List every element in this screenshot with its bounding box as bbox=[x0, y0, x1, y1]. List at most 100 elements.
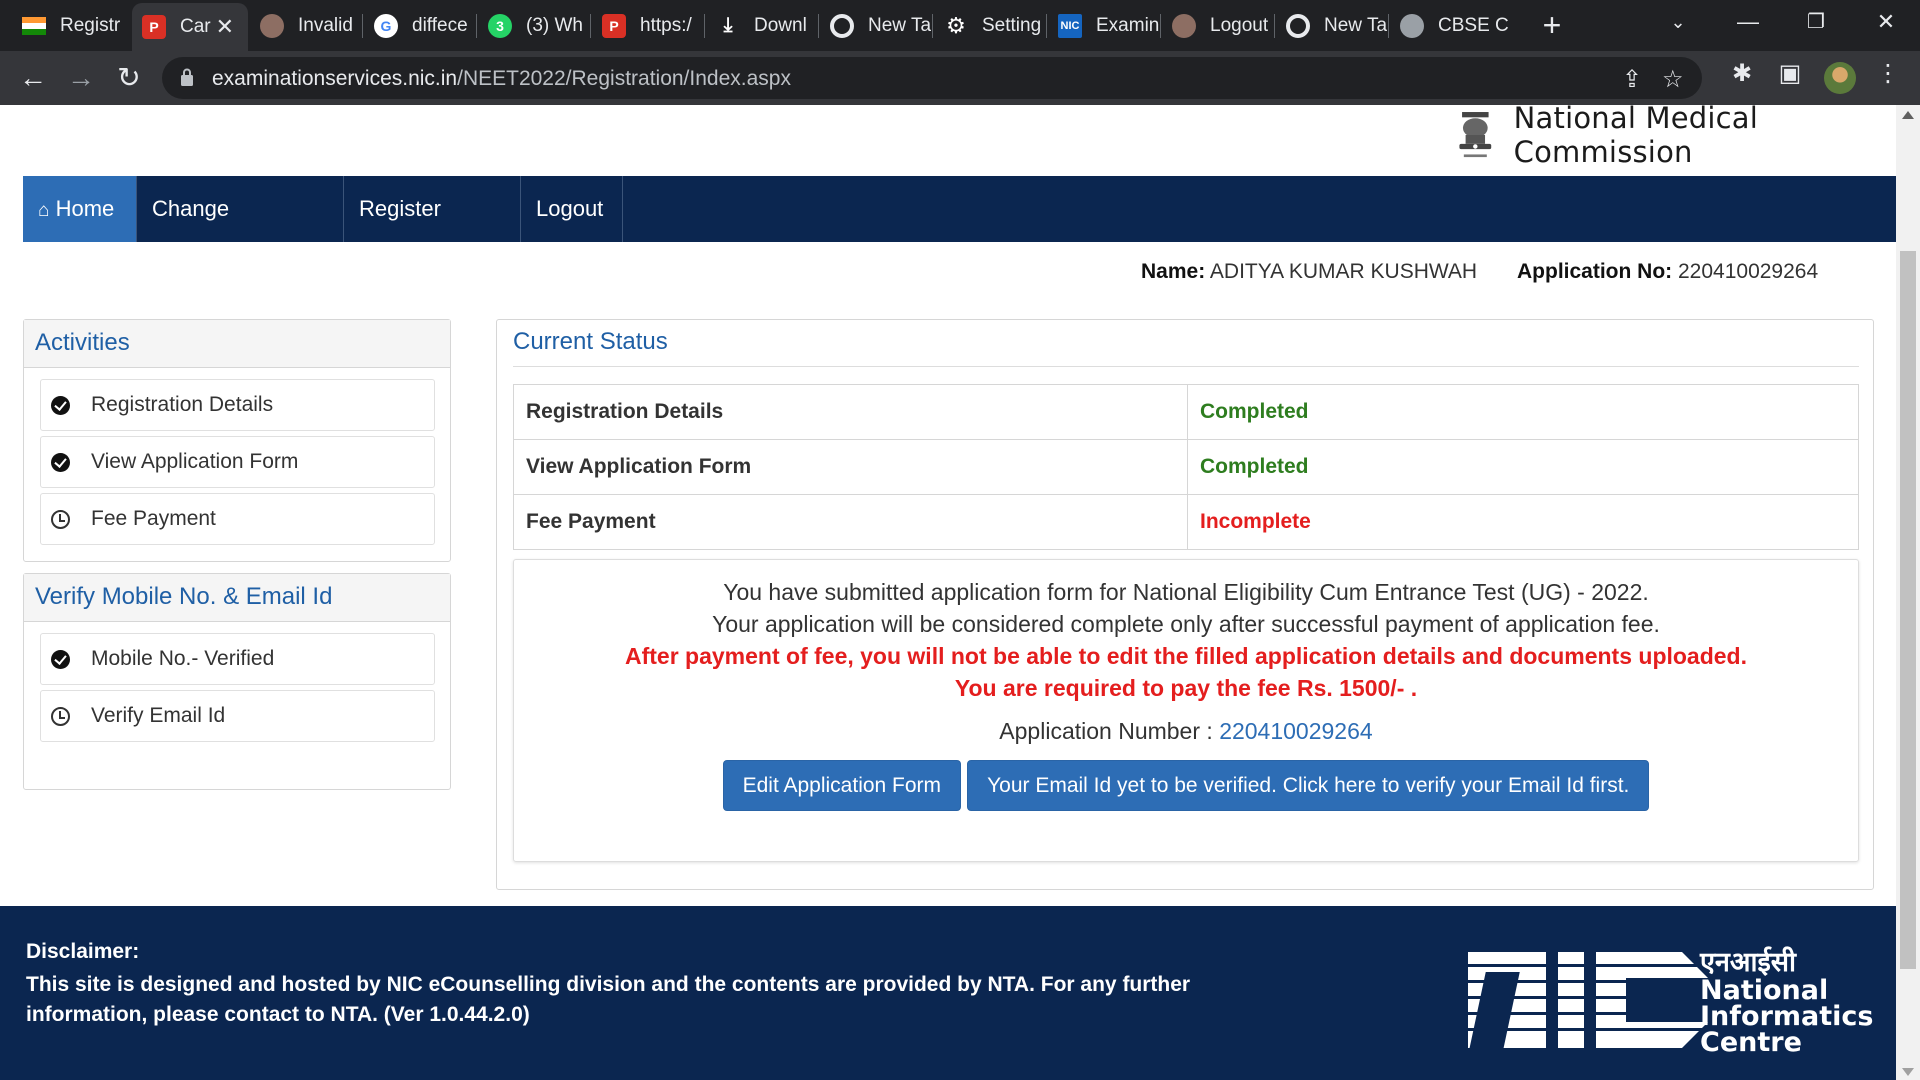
table-row: View Application Form Completed bbox=[513, 439, 1859, 495]
browser-tab[interactable]: Registr bbox=[0, 0, 140, 51]
notice-warning: After payment of fee, you will not be ab… bbox=[624, 643, 1747, 669]
pdf-icon: P bbox=[602, 13, 626, 38]
clock-icon bbox=[51, 707, 70, 726]
nav-home[interactable]: ⌂ Home bbox=[23, 176, 137, 242]
chrome-icon bbox=[1286, 13, 1310, 38]
tab-separator bbox=[362, 14, 363, 38]
status-table: Registration Details Completed View Appl… bbox=[513, 384, 1859, 550]
verify-title: Verify Mobile No. & Email Id bbox=[24, 574, 450, 622]
download-icon: ⤓ bbox=[723, 14, 733, 36]
browser-tab[interactable]: New Ta bbox=[820, 0, 932, 51]
browser-tab[interactable]: New Ta bbox=[1276, 0, 1388, 51]
site-brand: National Medical Commission bbox=[1455, 105, 1896, 169]
chrome-icon bbox=[830, 13, 854, 38]
new-tab-icon[interactable]: + bbox=[1534, 8, 1570, 44]
activity-view-application-form[interactable]: View Application Form bbox=[40, 436, 435, 488]
user-application-no: Application No: 220410029264 bbox=[1517, 260, 1819, 283]
status-value: Completed bbox=[1187, 439, 1859, 495]
user-name: Name: ADITYA KUMAR KUSHWAH bbox=[1141, 260, 1478, 283]
share-icon[interactable]: ⇪ bbox=[1622, 65, 1642, 94]
browser-tab[interactable]: NIC Examin bbox=[1048, 0, 1160, 51]
activities-title: Activities bbox=[24, 320, 450, 368]
verify-email-button[interactable]: Your Email Id yet to be verified. Click … bbox=[967, 760, 1650, 811]
gear-icon: ⚙ bbox=[946, 12, 966, 38]
activity-fee-payment[interactable]: Fee Payment bbox=[40, 493, 435, 545]
forward-icon[interactable]: → bbox=[62, 59, 100, 97]
bookmark-star-icon[interactable]: ☆ bbox=[1662, 65, 1684, 94]
tab-separator bbox=[1388, 14, 1389, 38]
page-scrollbar[interactable] bbox=[1896, 105, 1920, 1080]
page-footer: Disclaimer: This site is designed and ho… bbox=[0, 906, 1896, 1080]
verify-mobile-item[interactable]: Mobile No.- Verified bbox=[40, 633, 435, 685]
url-text: examinationservices.nic.in/NEET2022/Regi… bbox=[212, 67, 791, 90]
home-icon: ⌂ bbox=[38, 200, 50, 221]
status-value: Incomplete bbox=[1187, 494, 1859, 550]
minimize-icon[interactable]: — bbox=[1720, 0, 1776, 44]
browser-tab-active[interactable]: P Car ✕ bbox=[132, 3, 248, 51]
back-icon[interactable]: ← bbox=[14, 59, 52, 97]
tab-separator bbox=[932, 14, 933, 38]
browser-tab[interactable]: ⚙ Setting bbox=[934, 0, 1046, 51]
notice-application-number: Application Number : 220410029264 bbox=[999, 718, 1373, 744]
tab-separator bbox=[1046, 14, 1047, 38]
notice-line: You have submitted application form for … bbox=[723, 579, 1649, 605]
notice-line: Your application will be considered comp… bbox=[712, 611, 1660, 637]
nav-register-query[interactable]: Register Query bbox=[344, 176, 521, 287]
verify-email-item[interactable]: Verify Email Id bbox=[40, 690, 435, 742]
divider bbox=[513, 366, 1859, 367]
tab-separator bbox=[1160, 14, 1161, 38]
browser-toolbar: ← → ↻ examinationservices.nic.in/NEET202… bbox=[0, 51, 1920, 105]
restore-icon[interactable]: ❐ bbox=[1788, 0, 1844, 44]
submission-notice: You have submitted application form for … bbox=[513, 559, 1859, 862]
browser-tab[interactable]: Invalid bbox=[250, 0, 362, 51]
tab-separator bbox=[590, 14, 591, 38]
side-panel-icon[interactable]: ▣ bbox=[1774, 59, 1806, 88]
browser-tab[interactable]: P https:/ bbox=[592, 0, 704, 51]
nta-logo-icon bbox=[260, 13, 284, 38]
browser-tab[interactable]: CBSE C bbox=[1390, 0, 1510, 51]
google-icon: G bbox=[374, 13, 398, 38]
browser-tab[interactable]: G diffece bbox=[364, 0, 476, 51]
check-circle-icon bbox=[51, 396, 70, 415]
tab-separator bbox=[704, 14, 705, 38]
browser-tab[interactable]: ⤓ Downl bbox=[706, 0, 818, 51]
edit-application-button[interactable]: Edit Application Form bbox=[722, 760, 962, 811]
activities-panel: Activities Registration Details View App… bbox=[23, 319, 451, 562]
nic-icon: NIC bbox=[1058, 13, 1082, 38]
address-bar[interactable]: examinationservices.nic.in/NEET2022/Regi… bbox=[162, 57, 1702, 99]
brand-title: National Medical Commission bbox=[1513, 105, 1759, 169]
india-flag-icon bbox=[22, 16, 46, 35]
globe-icon bbox=[1400, 13, 1424, 38]
nav-logout[interactable]: Logout bbox=[521, 176, 623, 242]
browser-tab[interactable]: Logout bbox=[1162, 0, 1274, 51]
close-tab-icon[interactable]: ✕ bbox=[216, 14, 234, 40]
pdf-icon: P bbox=[142, 15, 166, 39]
tab-search-icon[interactable]: ⌄ bbox=[1650, 0, 1706, 44]
status-label: Registration Details bbox=[513, 384, 1188, 440]
scroll-up-arrow-icon[interactable] bbox=[1902, 111, 1914, 119]
reload-icon[interactable]: ↻ bbox=[110, 59, 148, 97]
table-row: Fee Payment Incomplete bbox=[513, 494, 1859, 550]
lock-icon bbox=[181, 68, 193, 86]
scroll-down-arrow-icon[interactable] bbox=[1902, 1068, 1914, 1076]
nav-change-password[interactable]: Change Password bbox=[137, 176, 344, 287]
current-status-panel: Current Status Registration Details Comp… bbox=[496, 319, 1874, 890]
extensions-icon[interactable]: ✱ bbox=[1726, 59, 1758, 88]
check-circle-icon bbox=[51, 650, 70, 669]
activity-registration-details[interactable]: Registration Details bbox=[40, 379, 435, 431]
verify-panel: Verify Mobile No. & Email Id Mobile No.-… bbox=[23, 573, 451, 790]
notice-warning: You are required to pay the fee Rs. 1500… bbox=[954, 675, 1418, 701]
menu-kebab-icon[interactable]: ⋮ bbox=[1872, 59, 1904, 88]
close-window-icon[interactable]: ✕ bbox=[1858, 0, 1914, 44]
profile-avatar[interactable] bbox=[1824, 62, 1856, 94]
clock-icon bbox=[51, 510, 70, 529]
browser-tab[interactable]: 3 (3) Wh bbox=[478, 0, 590, 51]
state-emblem-icon bbox=[1459, 112, 1492, 158]
nic-logo-icon bbox=[1468, 952, 1708, 1048]
nta-logo-icon bbox=[1172, 13, 1196, 38]
disclaimer-title: Disclaimer: bbox=[26, 940, 140, 963]
scrollbar-thumb[interactable] bbox=[1900, 251, 1916, 969]
tab-separator bbox=[476, 14, 477, 38]
notice-buttons: Edit Application Form Your Email Id yet … bbox=[514, 760, 1858, 811]
status-label: Fee Payment bbox=[513, 494, 1188, 550]
